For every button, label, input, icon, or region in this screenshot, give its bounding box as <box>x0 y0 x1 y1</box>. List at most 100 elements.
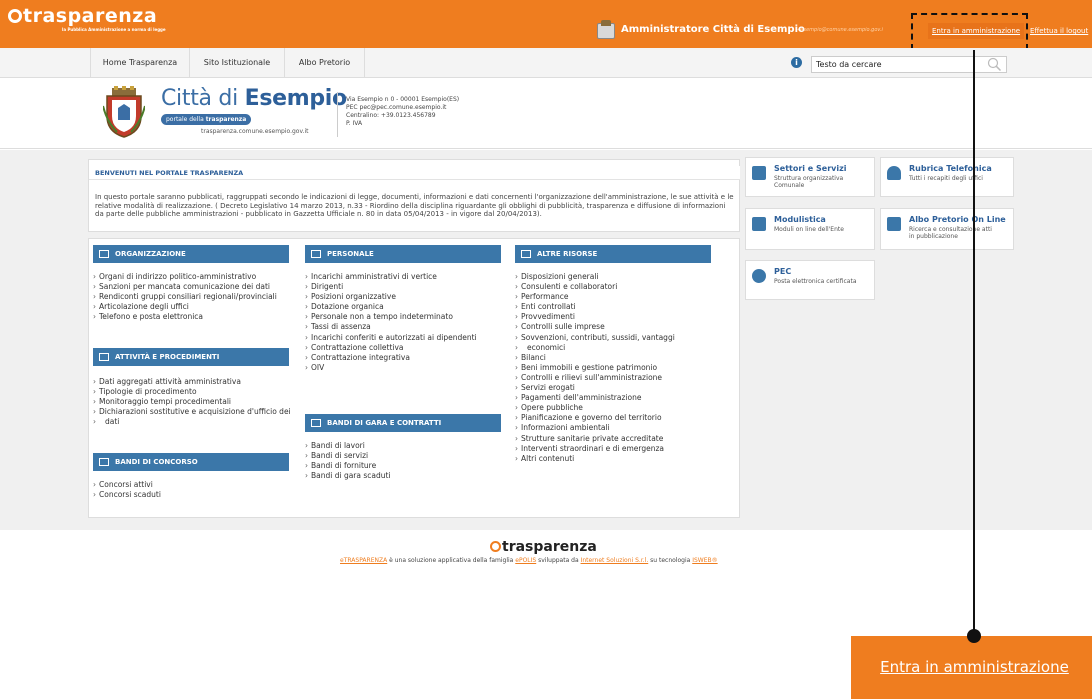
list-item[interactable]: Concorsi scaduti <box>93 490 293 500</box>
section-organizzazione[interactable]: ORGANIZZAZIONE <box>93 245 289 263</box>
callout-zoom: Entra in amministrazione <box>851 636 1092 699</box>
list-organizzazione: Organi di indirizzo politico-amministrat… <box>93 272 293 323</box>
logout-button[interactable]: Effettua il logout <box>1030 23 1088 39</box>
list-item[interactable]: Strutture sanitarie private accreditate <box>515 434 715 444</box>
widget-rubrica[interactable]: Rubrica Telefonica Tutti i recapiti degl… <box>880 157 1014 197</box>
link-isweb[interactable]: ISWEB® <box>692 557 717 564</box>
welcome-box: BENVENUTI NEL PORTALE TRASPARENZA In que… <box>88 159 740 232</box>
list-gara: Bandi di lavori Bandi di servizi Bandi d… <box>305 441 505 481</box>
list-item[interactable]: Posizioni organizzative <box>305 292 505 302</box>
list-item[interactable]: Opere pubbliche <box>515 403 715 413</box>
section-gara[interactable]: BANDI DI GARA E CONTRATTI <box>305 414 501 432</box>
list-item[interactable]: Sanzioni per mancata comunicazione dei d… <box>93 282 293 292</box>
search-icon[interactable] <box>987 57 1002 72</box>
list-item[interactable]: Articolazione degli uffici <box>93 302 293 312</box>
list-item[interactable]: Pagamenti dell'amministrazione <box>515 393 715 403</box>
folder-icon <box>521 250 531 258</box>
search-input[interactable]: Testo da cercare <box>811 56 1007 73</box>
building-icon <box>99 250 109 258</box>
list-item[interactable]: Consulenti e collaboratori <box>515 282 715 292</box>
list-item[interactable]: Interventi straordinari e di emergenza <box>515 444 715 454</box>
list-item[interactable]: Incarichi conferiti e autorizzati ai dip… <box>305 333 505 343</box>
highlight-box <box>911 13 1028 50</box>
process-icon <box>99 353 109 361</box>
list-item[interactable]: Incarichi amministrativi di vertice <box>305 272 505 282</box>
people-icon <box>311 250 321 258</box>
list-item[interactable]: OIV <box>305 363 505 373</box>
link-internet-soluzioni[interactable]: Internet Soluzioni S.r.l. <box>581 557 649 564</box>
logo-ring-icon <box>8 9 22 23</box>
org-chart-icon <box>752 166 766 180</box>
admin-email: - esempio@comune.esempio.gov.i <box>797 27 883 33</box>
widget-settori[interactable]: Settori e Servizi Struttura organizzativ… <box>745 157 875 197</box>
widget-modulistica[interactable]: Modulistica Moduli on line dell'Ente <box>745 208 875 250</box>
list-item[interactable]: Rendiconti gruppi consiliari regionali/p… <box>93 292 293 302</box>
link-etrasparenza[interactable]: eTRASPARENZA <box>340 557 387 564</box>
widget-albo[interactable]: Albo Pretorio On Line Ricerca e consulta… <box>880 208 1014 250</box>
nav-home[interactable]: Home Trasparenza <box>90 48 190 78</box>
list-item[interactable]: Sovvenzioni, contributi, sussidi, vantag… <box>515 333 715 343</box>
list-item[interactable]: Bandi di servizi <box>305 451 505 461</box>
widget-pec[interactable]: PEC Posta elettronica certificata <box>745 260 875 300</box>
list-item[interactable]: Tipologie di procedimento <box>93 387 293 397</box>
list-item[interactable]: Pianificazione e governo del territorio <box>515 413 715 423</box>
footer-logo: trasparenza <box>490 539 597 555</box>
list-personale: Incarichi amministrativi di vertice Diri… <box>305 272 505 373</box>
certified-mail-icon <box>752 269 766 283</box>
welcome-text: In questo portale saranno pubblicati, ra… <box>95 193 734 218</box>
section-personale[interactable]: PERSONALE <box>305 245 501 263</box>
download-form-icon <box>752 217 766 231</box>
contract-icon <box>311 419 321 427</box>
list-item[interactable]: Dirigenti <box>305 282 505 292</box>
list-item[interactable]: Controlli sulle imprese <box>515 322 715 332</box>
list-item[interactable]: Contrattazione integrativa <box>305 353 505 363</box>
list-item-cont[interactable]: economici <box>515 343 715 353</box>
list-item[interactable]: Altri contenuti <box>515 454 715 464</box>
list-item[interactable]: Personale non a tempo indeterminato <box>305 312 505 322</box>
list-item[interactable]: Bandi di lavori <box>305 441 505 451</box>
list-item[interactable]: Dati aggregati attività amministrativa <box>93 377 293 387</box>
list-item[interactable]: Organi di indirizzo politico-amministrat… <box>93 272 293 282</box>
city-title[interactable]: Città di Esempio <box>161 86 347 111</box>
link-epolis[interactable]: ePOLIS <box>515 557 536 564</box>
admin-name: Amministratore Città di Esempio <box>621 24 805 35</box>
section-attivita[interactable]: ATTIVITÀ E PROCEDIMENTI <box>93 348 289 366</box>
list-item[interactable]: Servizi erogati <box>515 383 715 393</box>
portal-pill: portale della trasparenza <box>161 114 252 125</box>
list-item[interactable]: Telefono e posta elettronica <box>93 312 293 322</box>
list-item[interactable]: Monitoraggio tempi procedimentali <box>93 397 293 407</box>
info-icon[interactable]: i <box>791 57 802 68</box>
list-item-cont[interactable]: dati <box>93 417 293 427</box>
etrasparenza-logo[interactable]: trasparenza <box>8 5 157 27</box>
nav-sito-istituzionale[interactable]: Sito Istituzionale <box>190 48 285 78</box>
list-item[interactable]: Controlli e rilievi sull'amministrazione <box>515 373 715 383</box>
list-item[interactable]: Provvedimenti <box>515 312 715 322</box>
list-attivita: Dati aggregati attività amministrativa T… <box>93 377 293 428</box>
list-item[interactable]: Bilanci <box>515 353 715 363</box>
callout-dot <box>967 629 981 643</box>
logo-tagline: la Pubblica Amministrazione a norma di l… <box>62 27 166 32</box>
list-item[interactable]: Disposizioni generali <box>515 272 715 282</box>
list-item[interactable]: Dichiarazioni sostitutive e acquisizione… <box>93 407 293 417</box>
list-item[interactable]: Bandi di gara scaduti <box>305 471 505 481</box>
footer-credits: eTRASPARENZA è una soluzione applicativa… <box>340 557 718 564</box>
list-item[interactable]: Informazioni ambientali <box>515 423 715 433</box>
list-item[interactable]: Concorsi attivi <box>93 480 293 490</box>
list-altre: Disposizioni generali Consulenti e colla… <box>515 272 715 464</box>
logo-ring-icon <box>490 541 501 552</box>
list-item[interactable]: Bandi di forniture <box>305 461 505 471</box>
section-concorso[interactable]: BANDI DI CONCORSO <box>93 453 289 471</box>
list-item[interactable]: Beni immobili e gestione patrimonio <box>515 363 715 373</box>
section-altre[interactable]: ALTRE RISORSE <box>515 245 711 263</box>
nav-albo-pretorio[interactable]: Albo Pretorio <box>285 48 365 78</box>
city-crest-icon <box>103 86 145 138</box>
list-item[interactable]: Tassi di assenza <box>305 322 505 332</box>
list-item[interactable]: Contrattazione collettiva <box>305 343 505 353</box>
header-divider <box>337 92 338 137</box>
list-item[interactable]: Enti controllati <box>515 302 715 312</box>
list-item[interactable]: Dotazione organica <box>305 302 505 312</box>
city-url: trasparenza.comune.esempio.gov.it <box>201 128 309 135</box>
list-item[interactable]: Performance <box>515 292 715 302</box>
book-icon <box>887 217 901 231</box>
list-concorso: Concorsi attivi Concorsi scaduti <box>93 480 293 500</box>
